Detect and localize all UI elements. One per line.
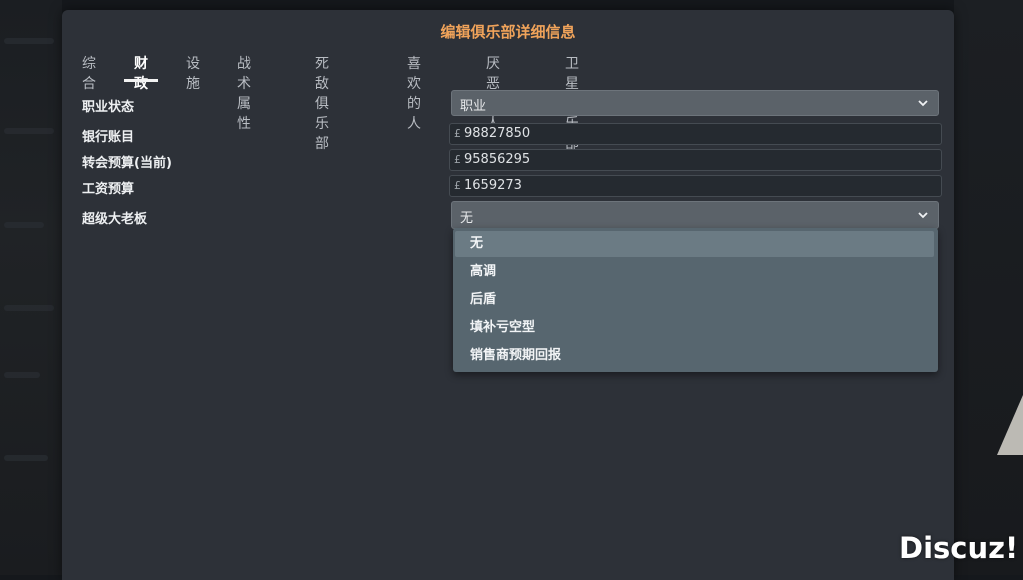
transfer-budget-value: 95856295 (464, 152, 531, 167)
transfer-budget-input[interactable]: £ 95856295 (449, 149, 942, 171)
dropdown-option[interactable]: 填补亏空型 (455, 315, 934, 341)
currency-symbol: £ (454, 179, 461, 192)
background-left (0, 0, 62, 575)
bank-balance-label: 银行账目 (82, 130, 135, 145)
professional-status-label: 职业状态 (82, 100, 135, 115)
wage-budget-value: 1659273 (464, 178, 522, 193)
professional-status-value: 职业 (460, 99, 487, 114)
tab-favoured-people[interactable]: 喜欢的人 (407, 54, 421, 132)
background-right (954, 0, 1023, 575)
currency-symbol: £ (454, 127, 461, 140)
chevron-down-icon (918, 100, 928, 107)
chevron-down-icon (918, 212, 928, 219)
sugar-daddy-label: 超级大老板 (82, 212, 148, 227)
tab-affiliates[interactable]: 卫星俱乐部 (565, 54, 579, 152)
currency-symbol: £ (454, 153, 461, 166)
dropdown-option[interactable]: 无 (455, 231, 934, 257)
sugar-daddy-value: 无 (460, 211, 474, 226)
background-blur (4, 372, 40, 378)
wage-budget-input[interactable]: £ 1659273 (449, 175, 942, 197)
background-blur (4, 222, 44, 228)
sugar-daddy-dropdown: 无 高调 后盾 填补亏空型 销售商预期回报 (453, 228, 938, 372)
wage-budget-label: 工资预算 (82, 182, 135, 197)
tab-facilities[interactable]: 设施 (186, 54, 200, 92)
dropdown-option[interactable]: 后盾 (455, 287, 934, 313)
background-blur (4, 38, 54, 44)
tab-disliked-people[interactable]: 厌恶的人 (486, 54, 500, 132)
background-blur (4, 455, 48, 461)
tab-rivals[interactable]: 死敌俱乐部 (315, 54, 329, 152)
background-blur (4, 305, 54, 311)
background-blur (4, 128, 54, 134)
bank-balance-value: 98827850 (464, 126, 531, 141)
dropdown-option[interactable]: 销售商预期回报 (455, 343, 934, 369)
bank-balance-input[interactable]: £ 98827850 (449, 123, 942, 145)
dialog-title: 编辑俱乐部详细信息 (440, 23, 576, 41)
tab-finances[interactable]: 财政 (124, 54, 158, 92)
tab-general[interactable]: 综合 (82, 54, 96, 92)
edit-club-dialog: 编辑俱乐部详细信息 综合 财政 设施 战术属性 死敌俱乐部 喜欢的人 厌恶的人 … (62, 10, 954, 580)
transfer-budget-label: 转会预算(当前) (82, 156, 172, 171)
professional-status-select[interactable]: 职业 (451, 90, 939, 116)
background-shape (997, 395, 1023, 455)
watermark: Discuz! (899, 531, 1019, 565)
tab-tactics[interactable]: 战术属性 (237, 54, 251, 132)
dropdown-option[interactable]: 高调 (455, 259, 934, 285)
sugar-daddy-select[interactable]: 无 (451, 201, 939, 229)
